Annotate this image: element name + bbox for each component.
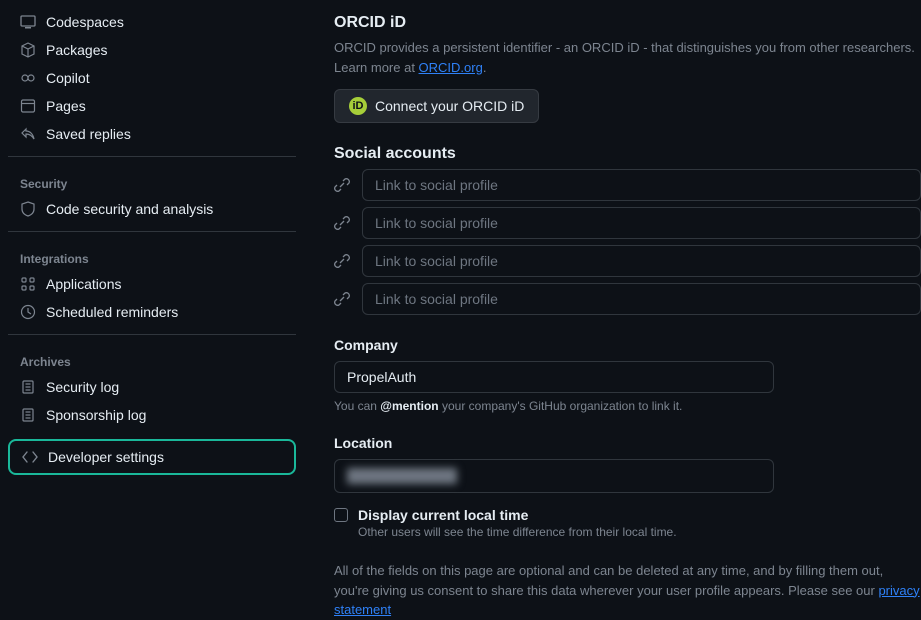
- shield-icon: [20, 201, 36, 217]
- sidebar-item-sponsor-log[interactable]: Sponsorship log: [8, 401, 296, 429]
- sidebar-group-top: Codespaces Packages Copilot Pages Saved …: [8, 8, 296, 148]
- company-section: Company You can @mention your company's …: [334, 337, 921, 413]
- sidebar-label: Copilot: [46, 70, 90, 86]
- social-input-1[interactable]: [362, 169, 921, 201]
- sidebar-label: Security log: [46, 379, 119, 395]
- link-icon: [334, 177, 350, 193]
- sidebar-label: Codespaces: [46, 14, 124, 30]
- sidebar-label: Packages: [46, 42, 107, 58]
- settings-sidebar: Codespaces Packages Copilot Pages Saved …: [0, 0, 312, 596]
- local-time-sub: Other users will see the time difference…: [358, 525, 921, 539]
- sidebar-item-codespaces[interactable]: Codespaces: [8, 8, 296, 36]
- social-input-4[interactable]: [362, 283, 921, 315]
- sidebar-label: Developer settings: [48, 449, 164, 465]
- sidebar-item-scheduled[interactable]: Scheduled reminders: [8, 298, 296, 326]
- social-section: Social accounts: [334, 145, 921, 315]
- sidebar-group-archives: Archives Security log Sponsorship log De…: [8, 334, 296, 475]
- reply-icon: [20, 126, 36, 142]
- sidebar-item-developer-settings[interactable]: Developer settings: [8, 439, 296, 475]
- orcid-icon: iD: [349, 97, 367, 115]
- package-icon: [20, 42, 36, 58]
- clock-icon: [20, 304, 36, 320]
- sidebar-group-integrations: Integrations Applications Scheduled remi…: [8, 231, 296, 326]
- social-row: [334, 207, 921, 239]
- link-icon: [334, 253, 350, 269]
- sidebar-label: Applications: [46, 276, 122, 292]
- browser-icon: [20, 98, 36, 114]
- codespaces-icon: [20, 14, 36, 30]
- link-icon: [334, 215, 350, 231]
- sidebar-group-security: Security Code security and analysis: [8, 156, 296, 223]
- sidebar-heading-security: Security: [8, 169, 296, 195]
- log-icon: [20, 407, 36, 423]
- social-title: Social accounts: [334, 145, 921, 163]
- sidebar-label: Pages: [46, 98, 86, 114]
- orcid-link[interactable]: ORCID.org: [419, 60, 483, 75]
- social-row: [334, 245, 921, 277]
- footer-disclaimer: All of the fields on this page are optio…: [334, 561, 921, 620]
- link-icon: [334, 291, 350, 307]
- sidebar-label: Scheduled reminders: [46, 304, 178, 320]
- orcid-title: ORCID iD: [334, 14, 921, 32]
- social-input-2[interactable]: [362, 207, 921, 239]
- sidebar-heading-archives: Archives: [8, 347, 296, 373]
- sidebar-item-applications[interactable]: Applications: [8, 270, 296, 298]
- main-content: ORCID iD ORCID provides a persistent ide…: [312, 0, 921, 596]
- sidebar-label: Saved replies: [46, 126, 131, 142]
- sidebar-item-pages[interactable]: Pages: [8, 92, 296, 120]
- sidebar-item-saved-replies[interactable]: Saved replies: [8, 120, 296, 148]
- time-checkbox-row: Display current local time: [334, 507, 921, 523]
- sidebar-heading-integrations: Integrations: [8, 244, 296, 270]
- copilot-icon: [20, 70, 36, 86]
- local-time-checkbox[interactable]: [334, 508, 348, 522]
- code-icon: [22, 449, 38, 465]
- location-section: Location Display current local time Othe…: [334, 435, 921, 539]
- sidebar-label: Sponsorship log: [46, 407, 146, 423]
- local-time-label: Display current local time: [358, 507, 528, 523]
- orcid-section: ORCID iD ORCID provides a persistent ide…: [334, 14, 921, 123]
- log-icon: [20, 379, 36, 395]
- social-row: [334, 283, 921, 315]
- social-input-3[interactable]: [362, 245, 921, 277]
- orcid-description: ORCID provides a persistent identifier -…: [334, 38, 921, 77]
- apps-icon: [20, 276, 36, 292]
- social-row: [334, 169, 921, 201]
- company-input[interactable]: [334, 361, 774, 393]
- button-label: Connect your ORCID iD: [375, 98, 524, 114]
- location-input[interactable]: [334, 459, 774, 493]
- connect-orcid-button[interactable]: iD Connect your ORCID iD: [334, 89, 539, 123]
- location-label: Location: [334, 435, 921, 451]
- sidebar-item-copilot[interactable]: Copilot: [8, 64, 296, 92]
- company-hint: You can @mention your company's GitHub o…: [334, 399, 921, 413]
- company-label: Company: [334, 337, 921, 353]
- sidebar-item-security-log[interactable]: Security log: [8, 373, 296, 401]
- sidebar-item-code-security[interactable]: Code security and analysis: [8, 195, 296, 223]
- sidebar-label: Code security and analysis: [46, 201, 213, 217]
- sidebar-item-packages[interactable]: Packages: [8, 36, 296, 64]
- location-value-redacted: [347, 468, 457, 484]
